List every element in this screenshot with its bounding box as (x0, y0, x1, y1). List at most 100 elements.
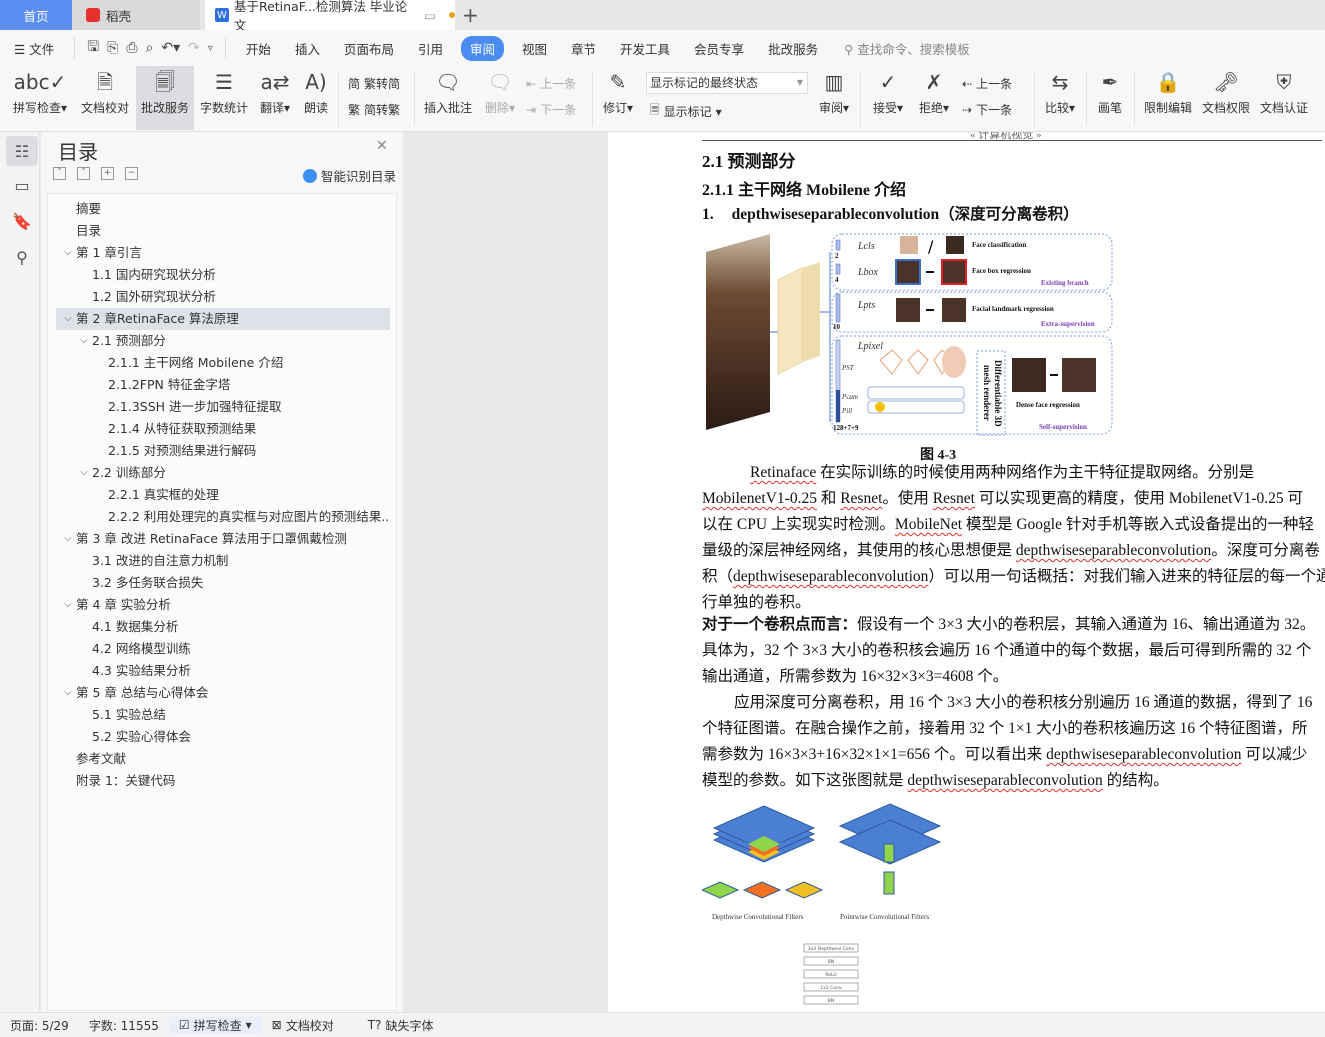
search-command[interactable]: ⚲ 查找命令、搜索模板 (844, 39, 970, 58)
spell-check-button[interactable]: abc✓ 拼写检查▾ (8, 66, 72, 130)
review-service-button[interactable]: 🗐 批改服务 (136, 66, 194, 130)
save-icon[interactable]: 🖫 (83, 36, 103, 60)
new-tab-button[interactable]: + (462, 3, 479, 27)
show-markup-button[interactable]: 🗏 显示标记 ▾ (650, 101, 722, 122)
word-count-button[interactable]: ☰ 字数统计 (196, 66, 252, 130)
print-icon[interactable]: ⎙ (122, 40, 141, 56)
document-certify-button[interactable]: ⛨ 文档认证 (1256, 66, 1312, 130)
accept-button[interactable]: ✓ 接受▾ (868, 66, 908, 130)
toc-item[interactable]: 1.2 国外研究现状分析 (56, 286, 390, 308)
toc-item[interactable]: 3.1 改进的自注意力机制 (56, 550, 390, 572)
export-icon[interactable]: ⎘ (103, 40, 122, 56)
toc-item[interactable]: 5.2 实验心得体会 (56, 726, 390, 748)
track-changes-button[interactable]: ✎ 修订▾ (598, 66, 638, 130)
document-permission-button[interactable]: 🗝 文档权限 (1198, 66, 1254, 130)
chevron-down-icon[interactable]: ⌵ (80, 462, 88, 484)
toc-icon[interactable]: ☷ (6, 136, 38, 166)
collapse-minus-icon[interactable]: − (125, 167, 138, 180)
toc-item[interactable]: ⌵ 第 5 章 总结与心得体会 (56, 682, 390, 704)
toc-item[interactable]: 2.2.2 利用处理完的真实框与对应图片的预测结果... (56, 506, 390, 528)
toc-item[interactable]: 2.2.1 真实框的处理 (56, 484, 390, 506)
search-icon[interactable]: ⚲ (6, 242, 38, 272)
toc-item[interactable]: ⌵ 第 4 章 实验分析 (56, 594, 390, 616)
file-menu[interactable]: ☰ 文件 (0, 39, 66, 58)
review-pane-button[interactable]: ▥ 审阅▾ (814, 66, 854, 130)
toc-item[interactable]: 2.1.4 从特征获取预测结果 (56, 418, 390, 440)
word-count[interactable]: 字数: 11555 (79, 1017, 169, 1034)
toc-item[interactable]: 2.1.1 主干网络 Mobilene 介绍 (56, 352, 390, 374)
toc-item[interactable]: ⌵ 第 3 章 改进 RetinaFace 算法用于口罩佩戴检测 (56, 528, 390, 550)
chevron-down-icon[interactable]: ⌵ (64, 682, 72, 704)
collapse-up-icon[interactable]: ˄ (77, 167, 90, 180)
ribbon-tab[interactable]: 引用 (406, 39, 455, 58)
toc-item[interactable]: 4.1 数据集分析 (56, 616, 390, 638)
proofread-status[interactable]: ⊠ 文档校对 (262, 1017, 344, 1034)
customize-chevron-icon[interactable]: ▿ (204, 43, 217, 54)
pointwise-layers (838, 803, 942, 895)
tab-docer[interactable]: 稻壳 (72, 0, 200, 30)
pen-button[interactable]: ✒ 画笔 (1092, 66, 1128, 130)
smart-toc-button[interactable]: 智能识别目录 (303, 166, 396, 185)
reject-button[interactable]: ✗ 拒绝▾ (914, 66, 954, 130)
toc-item[interactable]: 2.1.5 对预测结果进行解码 (56, 440, 390, 462)
navigation-icon[interactable]: ▭ (6, 170, 38, 200)
prev-change-button[interactable]: ⇠ 上一条 (962, 75, 1012, 92)
collapse-down-icon[interactable]: ˅ (53, 167, 66, 180)
ribbon-tab[interactable]: 审阅 (460, 35, 504, 61)
preview-icon[interactable]: ⌕ (142, 40, 158, 56)
tab-home[interactable]: 首页 (0, 0, 72, 30)
ribbon-tab[interactable]: 页面布局 (332, 39, 406, 58)
traditional-to-simplified-button[interactable]: 简繁转简 (348, 75, 400, 92)
close-icon[interactable]: ✕ (376, 138, 388, 154)
bookmark-icon[interactable]: 🔖 (6, 206, 38, 236)
spell-check-status[interactable]: ☑ 拼写检查 ▾ (168, 1016, 262, 1034)
page-indicator[interactable]: 页面: 5/29 (0, 1017, 79, 1034)
toc-item[interactable]: ⌵ 2.1 预测部分 (56, 330, 390, 352)
toc-item[interactable]: 1.1 国内研究现状分析 (56, 264, 390, 286)
ribbon-tab[interactable]: 开始 (234, 39, 283, 58)
toc-item[interactable]: 3.2 多任务联合损失 (56, 572, 390, 594)
chevron-down-icon[interactable]: ⌵ (80, 330, 88, 352)
toc-item-label: 2.1 预测部分 (92, 333, 166, 348)
undo-icon[interactable]: ↶▾ (157, 40, 184, 56)
chevron-down-icon[interactable]: ⌵ (64, 594, 72, 616)
toc-item[interactable]: 5.1 实验总结 (56, 704, 390, 726)
ribbon-tab[interactable]: 开发工具 (608, 39, 682, 58)
ribbon-tab[interactable]: 会员专享 (682, 39, 756, 58)
chevron-down-icon[interactable]: ⌵ (64, 308, 72, 330)
delete-comment-button[interactable]: 🗨 删除▾ (480, 66, 520, 130)
ribbon-tab[interactable]: 章节 (559, 39, 608, 58)
next-comment-button[interactable]: ⇥ 下一条 (526, 101, 576, 118)
missing-font-status[interactable]: T? 缺失字体 (358, 1017, 444, 1034)
prev-comment-button[interactable]: ⇤ 上一条 (526, 75, 576, 92)
ribbon-tab[interactable]: 插入 (283, 39, 332, 58)
expand-plus-icon[interactable]: + (101, 167, 114, 180)
insert-comment-button[interactable]: 🗨 插入批注 (420, 66, 476, 130)
toc-item[interactable]: 附录 1：关键代码 (56, 770, 390, 792)
proofread-button[interactable]: 🗎 文档校对 (76, 66, 134, 130)
markup-display-select[interactable]: 显示标记的最终状态 ▼ (646, 72, 808, 94)
toc-item[interactable]: 2.1.3SSH 进一步加强特征提取 (56, 396, 390, 418)
ribbon-tab[interactable]: 批改服务 (756, 39, 830, 58)
toc-item[interactable]: 目录 (56, 220, 390, 242)
compare-button[interactable]: ⇆ 比较▾ (1040, 66, 1080, 130)
toc-item[interactable]: 4.3 实验结果分析 (56, 660, 390, 682)
toc-item[interactable]: 2.1.2FPN 特征金字塔 (56, 374, 390, 396)
ribbon-tab[interactable]: 视图 (510, 39, 559, 58)
toc-item[interactable]: 参考文献 (56, 748, 390, 770)
toc-item[interactable]: 摘要 (56, 198, 390, 220)
toc-item[interactable]: 4.2 网络模型训练 (56, 638, 390, 660)
translate-button[interactable]: a⇄ 翻译▾ (254, 66, 296, 130)
redo-icon[interactable]: ↷ (184, 40, 204, 56)
restrict-editing-button[interactable]: 🔒 限制编辑 (1140, 66, 1196, 130)
toc-item[interactable]: ⌵ 第 2 章RetinaFace 算法原理 (56, 308, 390, 330)
document-page[interactable]: « 计算机视觉 » 2.1 预测部分 2.1.1 主干网络 Mobilene 介… (608, 132, 1325, 1012)
next-change-button[interactable]: ⇢ 下一条 (962, 101, 1012, 118)
chevron-down-icon[interactable]: ⌵ (64, 528, 72, 550)
toc-item[interactable]: ⌵ 第 1 章引言 (56, 242, 390, 264)
tab-document[interactable]: W 基于RetinaF...检测算法 毕业论文 ▭ (205, 0, 455, 33)
read-aloud-button[interactable]: A) 朗读 (298, 66, 334, 130)
chevron-down-icon[interactable]: ⌵ (64, 242, 72, 264)
toc-item[interactable]: ⌵ 2.2 训练部分 (56, 462, 390, 484)
simplified-to-traditional-button[interactable]: 繁简转繁 (348, 101, 400, 118)
